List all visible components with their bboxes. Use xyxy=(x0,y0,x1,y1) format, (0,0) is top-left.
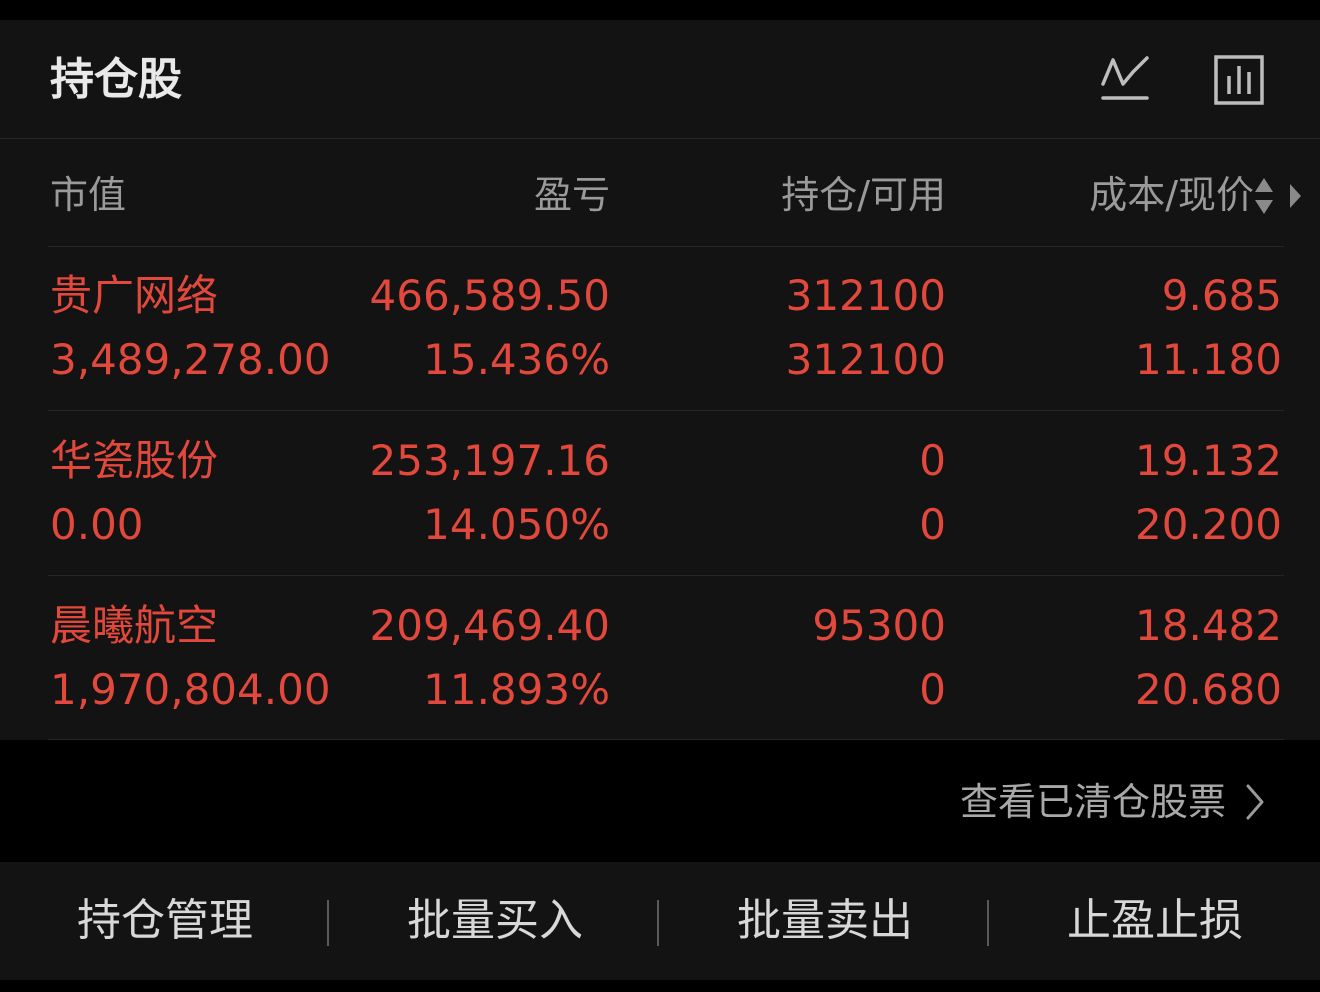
column-header-market-value[interactable]: 市值 xyxy=(50,150,126,240)
pnl-amount: 253,197.16 xyxy=(369,436,610,485)
batch-sell-button[interactable]: 批量卖出 xyxy=(660,862,990,980)
separator xyxy=(327,900,329,946)
table-row[interactable]: 华瓷股份 0.00 253,197.16 14.050% 0 0 19.132 … xyxy=(0,411,1320,576)
column-header-position-available[interactable]: 持仓/可用 xyxy=(781,150,946,240)
cleared-stocks-link[interactable]: 查看已清仓股票 xyxy=(960,770,1226,834)
available-qty: 0 xyxy=(919,500,946,549)
sort-icon[interactable] xyxy=(1254,176,1274,216)
pnl-percent: 15.436% xyxy=(423,335,610,384)
card-header: 持仓股 xyxy=(0,20,1320,139)
current-price: 20.680 xyxy=(1135,665,1282,714)
pnl-percent: 14.050% xyxy=(423,500,610,549)
cost-price: 18.482 xyxy=(1135,601,1282,650)
scroll-right-icon[interactable] xyxy=(1288,182,1302,210)
divider xyxy=(48,739,1284,740)
chevron-right-icon[interactable] xyxy=(1244,782,1266,822)
table-row[interactable]: 贵广网络 3,489,278.00 466,589.50 15.436% 312… xyxy=(0,246,1320,411)
cost-price: 19.132 xyxy=(1135,436,1282,485)
holdings-card: 持仓股 市值 盈亏 持仓/可用 成本/现价 贵广网络 3,489,278.00 … xyxy=(0,20,1320,740)
cost-price: 9.685 xyxy=(1161,271,1282,320)
market-value: 1,970,804.00 xyxy=(50,665,331,714)
pnl-amount: 209,469.40 xyxy=(369,601,610,650)
stock-name: 华瓷股份 xyxy=(50,436,219,485)
available-qty: 0 xyxy=(919,665,946,714)
stock-name: 贵广网络 xyxy=(50,271,219,320)
position-qty: 95300 xyxy=(812,601,946,650)
column-header-pnl[interactable]: 盈亏 xyxy=(534,150,610,240)
pnl-amount: 466,589.50 xyxy=(369,271,610,320)
separator xyxy=(657,900,659,946)
action-bar: 持仓管理 批量买入 批量卖出 止盈止损 xyxy=(0,862,1320,980)
current-price: 20.200 xyxy=(1135,500,1282,549)
separator xyxy=(987,900,989,946)
page-title: 持仓股 xyxy=(50,54,182,105)
position-qty: 0 xyxy=(919,436,946,485)
take-profit-stop-loss-button[interactable]: 止盈止损 xyxy=(990,862,1320,980)
stock-name: 晨曦航空 xyxy=(50,601,219,650)
available-qty: 312100 xyxy=(785,335,946,384)
pnl-percent: 11.893% xyxy=(423,665,610,714)
market-value: 3,489,278.00 xyxy=(50,335,331,384)
line-chart-icon[interactable] xyxy=(1099,54,1151,106)
market-value: 0.00 xyxy=(50,500,144,549)
position-qty: 312100 xyxy=(785,271,946,320)
column-header-cost-price[interactable]: 成本/现价 xyxy=(1089,150,1254,240)
batch-buy-button[interactable]: 批量买入 xyxy=(330,862,660,980)
table-row[interactable]: 晨曦航空 1,970,804.00 209,469.40 11.893% 953… xyxy=(0,576,1320,741)
holdings-screen: 持仓股 市值 盈亏 持仓/可用 成本/现价 贵广网络 3,489,278.00 … xyxy=(0,0,1320,992)
bar-chart-icon[interactable] xyxy=(1213,54,1265,106)
position-management-button[interactable]: 持仓管理 xyxy=(0,862,330,980)
current-price: 11.180 xyxy=(1135,335,1282,384)
